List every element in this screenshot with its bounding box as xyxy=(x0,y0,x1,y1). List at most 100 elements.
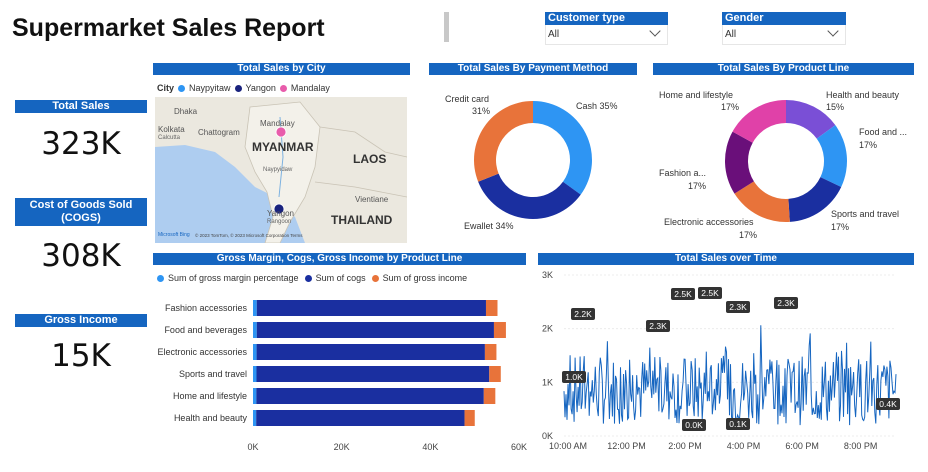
svg-text:2.5K: 2.5K xyxy=(674,289,692,299)
x-tick-label: 8:00 PM xyxy=(844,441,878,451)
bar-segment[interactable] xyxy=(256,388,484,404)
donut-label: Sports and travel xyxy=(831,209,900,219)
bar-segment[interactable] xyxy=(256,410,465,426)
bar-segment[interactable] xyxy=(253,300,257,316)
y-tick-label: 3K xyxy=(542,270,553,280)
bar-segment[interactable] xyxy=(253,388,257,404)
map-label-chattogram: Chattogram xyxy=(198,128,240,137)
bar-segment[interactable] xyxy=(485,300,498,316)
bar-category-label: Home and lifestyle xyxy=(173,391,247,401)
gender-value: All xyxy=(725,29,737,40)
map-label-calcutta: Calcutta xyxy=(158,135,181,141)
data-label: 1.0K xyxy=(562,371,586,383)
gross-income-label: Gross Income xyxy=(15,314,147,327)
data-label: 2.5K xyxy=(698,287,722,299)
data-label: 0.4K xyxy=(876,398,900,410)
svg-text:2.3K: 2.3K xyxy=(729,302,747,312)
product-donut[interactable] xyxy=(724,99,848,223)
data-label: 2.3K xyxy=(774,297,798,309)
total-sales-value: 323K xyxy=(41,126,121,162)
bar-chart-title: Gross Margin, Cogs, Gross Income by Prod… xyxy=(153,253,526,265)
bar-segment[interactable] xyxy=(256,322,494,338)
legend-item: Yangon xyxy=(245,83,276,93)
bar-segment[interactable] xyxy=(493,322,506,338)
svg-text:2.3K: 2.3K xyxy=(777,298,795,308)
customer-type-dropdown[interactable]: All xyxy=(545,25,668,45)
map-label-vientiane: Vientiane xyxy=(355,195,389,204)
customer-type-value: All xyxy=(548,29,560,40)
legend-item: Sum of cogs xyxy=(315,273,366,283)
data-label: 2.5K xyxy=(671,288,695,300)
x-tick-label: 10:00 AM xyxy=(549,441,587,451)
bing-logo: Microsoft Bing xyxy=(158,232,190,238)
bar-segment[interactable] xyxy=(489,366,501,382)
svg-text:0.4K: 0.4K xyxy=(879,399,897,409)
gender-label: Gender xyxy=(722,12,846,25)
map-label-rangoon: Rangoon xyxy=(267,219,292,225)
legend-dot xyxy=(371,274,379,282)
bar-category-label: Fashion accessories xyxy=(165,303,248,313)
donut-label: Home and lifestyle xyxy=(659,90,734,100)
donut-label: 17% xyxy=(859,140,878,150)
payment-donut[interactable] xyxy=(473,100,593,220)
customer-type-label: Customer type xyxy=(545,12,668,25)
legend-dot xyxy=(279,84,287,92)
donut-label: Credit card xyxy=(445,94,490,104)
gender-dropdown[interactable]: All xyxy=(722,25,846,45)
sales-line[interactable] xyxy=(563,325,897,426)
bar-chart[interactable]: Fashion accessories Food and beverages Ele… xyxy=(153,290,528,456)
line-chart[interactable]: 0K 1K 2K 3K 10:00 AM 12:00 PM 2:00 PM 4:00 PM 6:… xyxy=(538,266,916,462)
line-chart-title: Total Sales over Time xyxy=(538,253,914,265)
divider xyxy=(444,12,449,42)
chevron-down-icon[interactable] xyxy=(827,25,839,37)
bar-segment[interactable] xyxy=(484,344,497,360)
y-tick-label: 1K xyxy=(542,377,553,387)
bar-segment[interactable] xyxy=(253,366,257,382)
map-attribution[interactable]: © 2023 TomTom, © 2023 Microsoft Corporat… xyxy=(195,233,303,238)
cogs-label: Cost of Goods Sold (COGS) xyxy=(15,198,147,226)
data-label: 0.1K xyxy=(726,418,750,430)
legend-item: Sum of gross margin percentage xyxy=(168,273,299,283)
donut-slice[interactable] xyxy=(533,101,592,195)
city-map[interactable]: MYANMAR LAOS THAILAND Dhaka Kolkata Calc… xyxy=(155,97,407,243)
bar-segment[interactable] xyxy=(256,366,490,382)
customer-type-slicer[interactable]: Customer type All xyxy=(545,12,668,45)
product-title: Total Sales By Product Line xyxy=(653,63,914,75)
bar-segment[interactable] xyxy=(464,410,475,426)
map-label-thailand: THAILAND xyxy=(331,213,393,227)
map-label-myanmar: MYANMAR xyxy=(252,140,314,154)
legend-dot xyxy=(304,274,312,282)
bar-segment[interactable] xyxy=(253,410,257,426)
bar-segment[interactable] xyxy=(253,344,257,360)
bar-segment[interactable] xyxy=(256,344,485,360)
donut-label: 17% xyxy=(721,102,740,112)
data-label: 2.3K xyxy=(726,301,750,313)
donut-label: Health and beauty xyxy=(826,90,900,100)
map-label-mandalay: Mandalay xyxy=(260,119,295,128)
svg-text:2.5K: 2.5K xyxy=(701,288,719,298)
svg-text:1.0K: 1.0K xyxy=(565,372,583,382)
legend-dot xyxy=(178,84,186,92)
bar-segment[interactable] xyxy=(253,322,257,338)
x-tick-label: 4:00 PM xyxy=(727,441,761,451)
bar-segment[interactable] xyxy=(256,300,486,316)
x-tick-label: 6:00 PM xyxy=(785,441,819,451)
y-tick-label: 2K xyxy=(542,324,553,334)
total-sales-label: Total Sales xyxy=(15,100,147,113)
bar-legend: Sum of gross margin percentage Sum of co… xyxy=(157,273,467,283)
gender-slicer[interactable]: Gender All xyxy=(722,12,846,45)
data-label: 2.3K xyxy=(646,320,670,332)
legend-item: Naypyitaw xyxy=(189,83,231,93)
bar-segment[interactable] xyxy=(483,388,496,404)
x-tick-label: 60K xyxy=(511,442,527,452)
map-label-laos: LAOS xyxy=(353,152,387,166)
x-tick-label: 2:00 PM xyxy=(668,441,702,451)
map-label-yangon: Yangon xyxy=(267,209,294,218)
svg-text:2.3K: 2.3K xyxy=(649,321,667,331)
donut-label: Food and ... xyxy=(859,127,908,137)
donut-label: Electronic accessories xyxy=(664,217,754,227)
y-tick-label: 0K xyxy=(542,431,553,441)
bar-category-label: Electronic accessories xyxy=(157,347,247,357)
data-label: 0.0K xyxy=(682,419,706,431)
chevron-down-icon[interactable] xyxy=(649,25,661,37)
